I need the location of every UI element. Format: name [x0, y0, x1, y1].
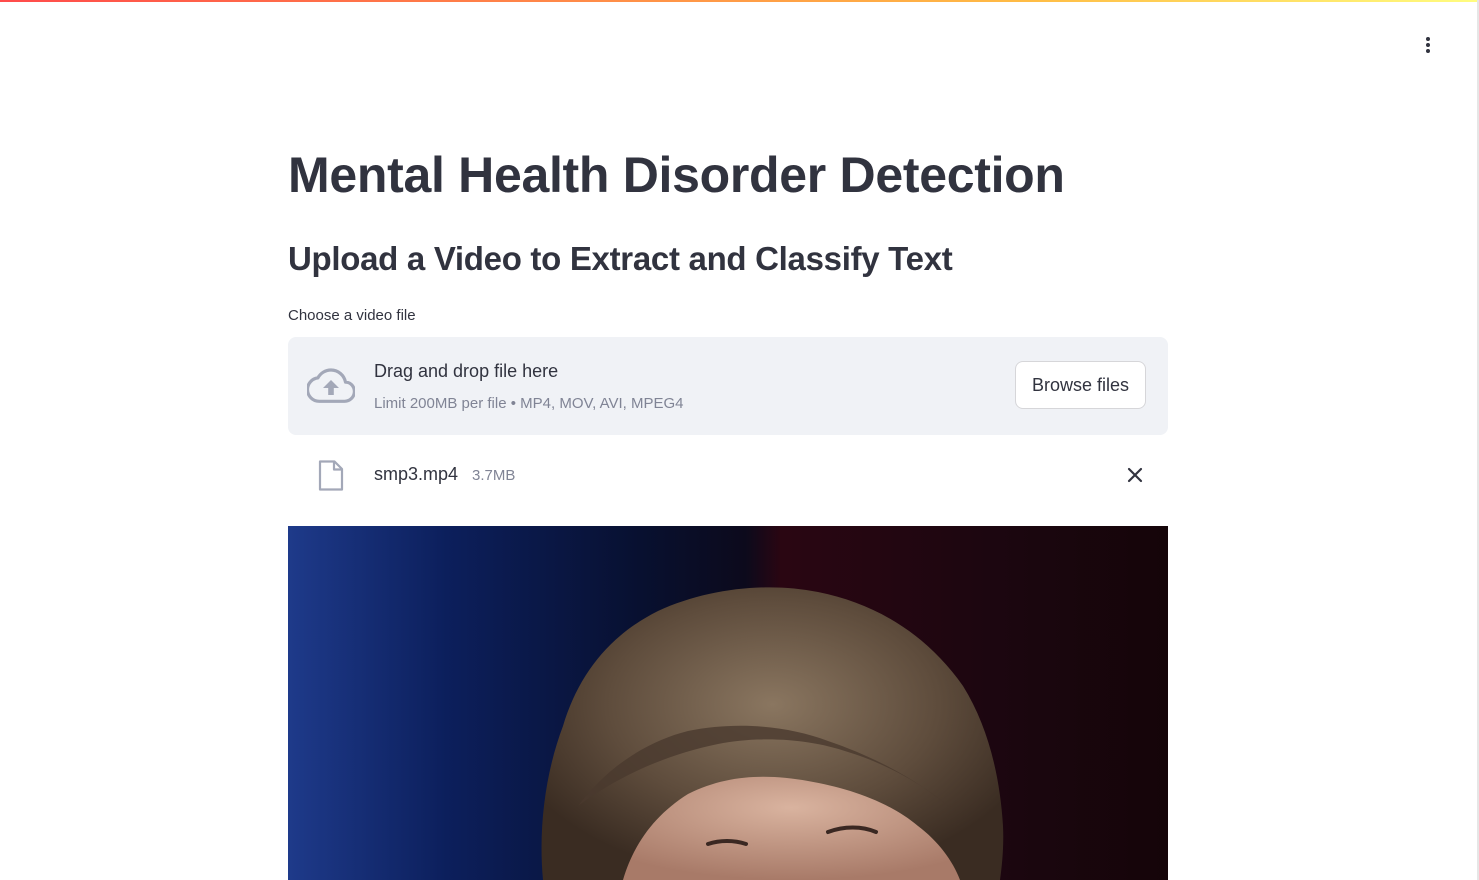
- dropzone-instructions: Drag and drop file here: [374, 361, 559, 381]
- video-player[interactable]: [288, 526, 1168, 880]
- dropzone-limit-text: Limit 200MB per file • MP4, MOV, AVI, MP…: [374, 395, 684, 412]
- close-icon: [1127, 467, 1143, 483]
- video-frame-person: [541, 587, 1004, 880]
- main-menu-button[interactable]: [1413, 30, 1443, 60]
- browse-files-button[interactable]: Browse files: [1015, 361, 1146, 409]
- page-title: Mental Health Disorder Detection: [288, 147, 1065, 203]
- file-dropzone[interactable]: Drag and drop file here Limit 200MB per …: [288, 337, 1168, 435]
- vertical-ellipsis-icon: [1426, 37, 1430, 53]
- file-uploader-label: Choose a video file: [288, 307, 416, 324]
- top-decoration-bar: [0, 0, 1479, 2]
- uploaded-file-name: smp3.mp4: [374, 464, 459, 484]
- uploaded-file-row: smp3.mp4 3.7MB: [288, 450, 1168, 500]
- page-subtitle: Upload a Video to Extract and Classify T…: [288, 240, 953, 277]
- cloud-upload-icon: [307, 368, 355, 403]
- remove-file-button[interactable]: [1123, 463, 1147, 487]
- uploaded-file-size: 3.7MB: [472, 467, 516, 484]
- file-icon: [318, 460, 344, 491]
